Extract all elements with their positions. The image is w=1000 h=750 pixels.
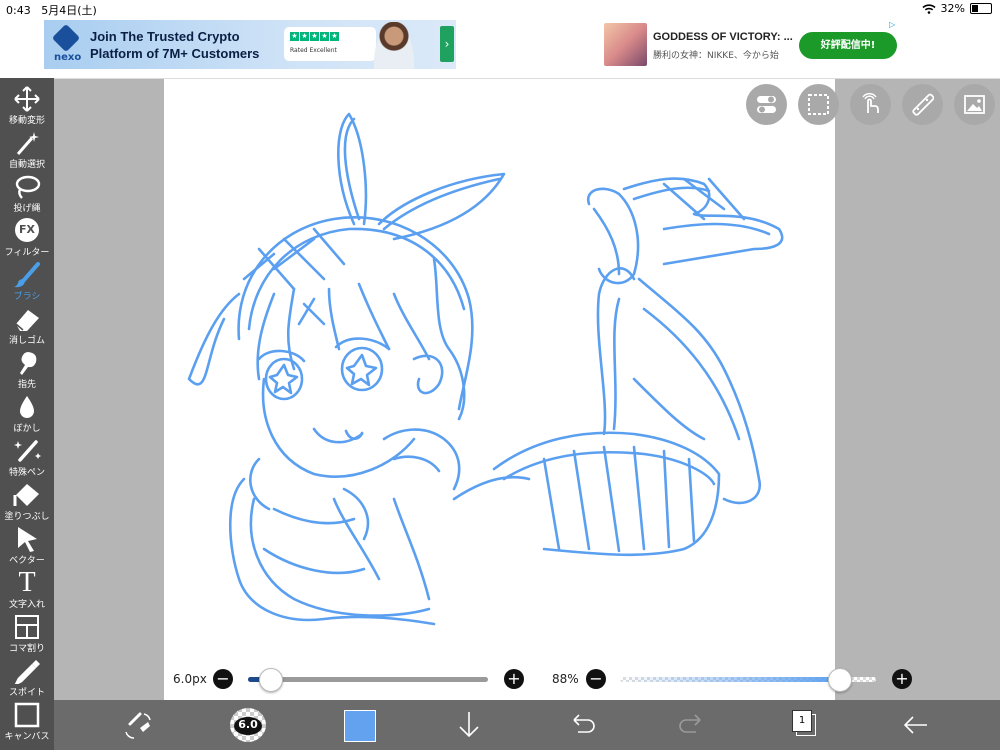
brush-size-plus-button[interactable]: +	[504, 669, 524, 689]
move-icon	[14, 86, 40, 112]
brush-size-value: 6.0px	[173, 672, 207, 686]
layer-count: 1	[792, 710, 812, 732]
ad-banner-area: nexo Join The Trusted Crypto Platform of…	[0, 18, 1000, 79]
tool-blur[interactable]: ぼかし	[0, 390, 54, 434]
ad-game-thumbnail	[604, 23, 647, 66]
tool-vector[interactable]: ベクター	[0, 522, 54, 566]
ad-person-image	[374, 22, 414, 69]
brush-size-knob[interactable]	[259, 668, 283, 692]
text-icon: T	[18, 567, 36, 598]
opacity-knob[interactable]	[828, 668, 852, 692]
ad-nikke[interactable]: GODDESS OF VICTORY: ... 勝利の女神：NIKKE、今から始…	[603, 20, 900, 69]
blur-drop-icon	[20, 396, 34, 418]
battery-icon	[970, 3, 992, 14]
back-arrow-icon[interactable]	[899, 708, 933, 742]
magic-wand-icon	[16, 132, 39, 155]
ad-nexo[interactable]: nexo Join The Trusted Crypto Platform of…	[44, 20, 456, 69]
ad-nexo-headline: Join The Trusted Crypto Platform of 7M+ …	[90, 29, 260, 61]
brush-eraser-swap-icon[interactable]	[120, 708, 154, 742]
tool-lasso[interactable]: 投げ縄	[0, 170, 54, 214]
status-bar: 0:43 5月4日(土) 32%	[0, 0, 1000, 18]
brush-icon	[14, 262, 40, 288]
redo-icon[interactable]	[676, 708, 710, 742]
fx-icon: FX	[15, 218, 39, 242]
star-rating-icon: ★ ★ ★ ★ ★	[290, 32, 339, 41]
rating-card: ★ ★ ★ ★ ★ Rated Excellent	[284, 27, 376, 61]
panel-divide-icon	[15, 615, 39, 639]
tool-panel-divide[interactable]: コマ割り	[0, 610, 54, 654]
opacity-minus-button[interactable]: −	[586, 669, 606, 689]
tool-finger[interactable]: 指先	[0, 346, 54, 390]
canvas-icon	[14, 702, 40, 728]
ad-arrow-button[interactable]: ›	[440, 26, 454, 62]
image-icon	[964, 95, 985, 114]
brush-size-minus-button[interactable]: −	[213, 669, 233, 689]
layers-button[interactable]: 1	[792, 710, 816, 736]
toggle-toolbar-button[interactable]	[746, 84, 787, 125]
brush-slider-bar: 6.0px − + 88% − +	[164, 661, 912, 698]
tool-sidebar: 移動変形 自動選択 投げ縄 FX フィルター ブラシ 消しゴム 指先 ぼかし 特…	[0, 78, 54, 750]
ad-cta-button[interactable]: 好評配信中!	[799, 32, 897, 59]
tool-move[interactable]: 移動変形	[0, 82, 54, 126]
sketch-drawing	[187, 112, 784, 626]
tool-auto-select[interactable]: 自動選択	[0, 126, 54, 170]
status-time-date: 0:43 5月4日(土)	[6, 4, 97, 17]
ad-nikke-title: GODDESS OF VICTORY: ...	[653, 31, 793, 43]
opacity-fill	[620, 677, 846, 682]
nexo-logo-icon: nexo	[51, 23, 82, 64]
tool-eyedropper[interactable]: スポイト	[0, 654, 54, 698]
adchoices-icon[interactable]: ▷	[889, 20, 895, 29]
battery-percent: 32%	[940, 2, 965, 15]
dashed-selection-icon	[808, 94, 829, 115]
bottom-right-area	[835, 700, 1000, 750]
lasso-icon	[15, 175, 41, 199]
finger-icon	[20, 352, 37, 375]
ruler-button[interactable]	[902, 84, 943, 125]
brush-preview-button[interactable]: 6.0	[230, 708, 266, 742]
tool-brush[interactable]: ブラシ	[0, 258, 54, 302]
tool-filter[interactable]: FX フィルター	[0, 214, 54, 258]
download-arrow-icon[interactable]	[452, 708, 486, 742]
tool-text[interactable]: T 文字入れ	[0, 566, 54, 611]
brush-size-slider[interactable]	[248, 677, 488, 682]
opacity-value: 88%	[552, 672, 579, 686]
special-pen-icon	[14, 440, 41, 462]
wifi-icon	[922, 3, 936, 14]
touch-button[interactable]	[850, 84, 891, 125]
eraser-icon	[15, 310, 39, 331]
drawing-canvas[interactable]	[164, 79, 835, 700]
rating-text: Rated Excellent	[290, 47, 337, 54]
eyedropper-icon	[14, 660, 40, 684]
tool-fill[interactable]: 塗りつぶし	[0, 478, 54, 522]
touch-hand-icon	[862, 93, 879, 113]
status-right: 32%	[922, 2, 992, 15]
tool-eraser[interactable]: 消しゴム	[0, 302, 54, 346]
vector-cursor-icon	[18, 527, 37, 552]
fill-bucket-icon	[13, 484, 39, 506]
opacity-plus-button[interactable]: +	[892, 669, 912, 689]
toggle-switch-icon	[757, 96, 776, 113]
color-swatch-button[interactable]	[344, 710, 376, 742]
selection-button[interactable]	[798, 84, 839, 125]
tool-canvas[interactable]: キャンバス	[0, 698, 54, 742]
undo-icon[interactable]	[564, 708, 598, 742]
tool-special-pen[interactable]: 特殊ペン	[0, 434, 54, 478]
brush-size-badge: 6.0	[238, 718, 258, 731]
ad-nikke-desc: 勝利の女神：NIKKE、今から始	[653, 51, 779, 61]
image-button[interactable]	[954, 84, 995, 125]
ruler-icon	[912, 93, 934, 116]
